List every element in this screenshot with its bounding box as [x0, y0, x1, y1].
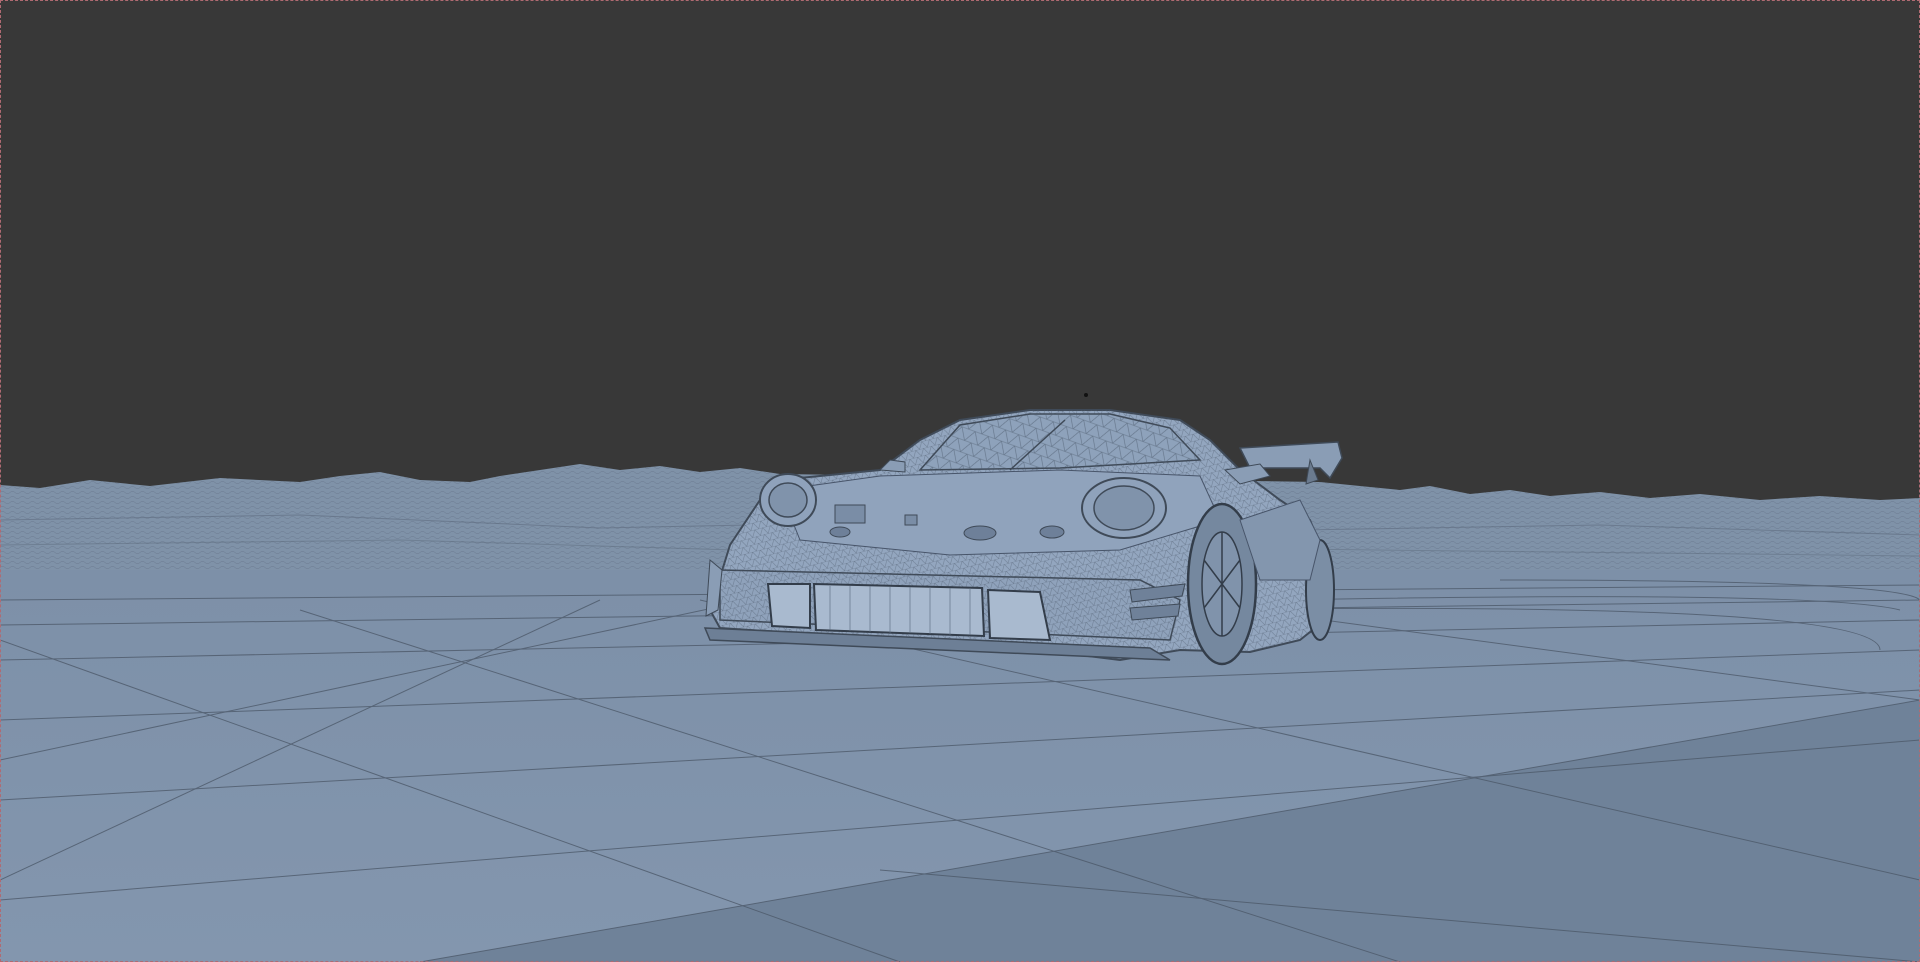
3d-viewport[interactable]: [0, 0, 1920, 962]
viewport-scene[interactable]: [0, 0, 1920, 962]
